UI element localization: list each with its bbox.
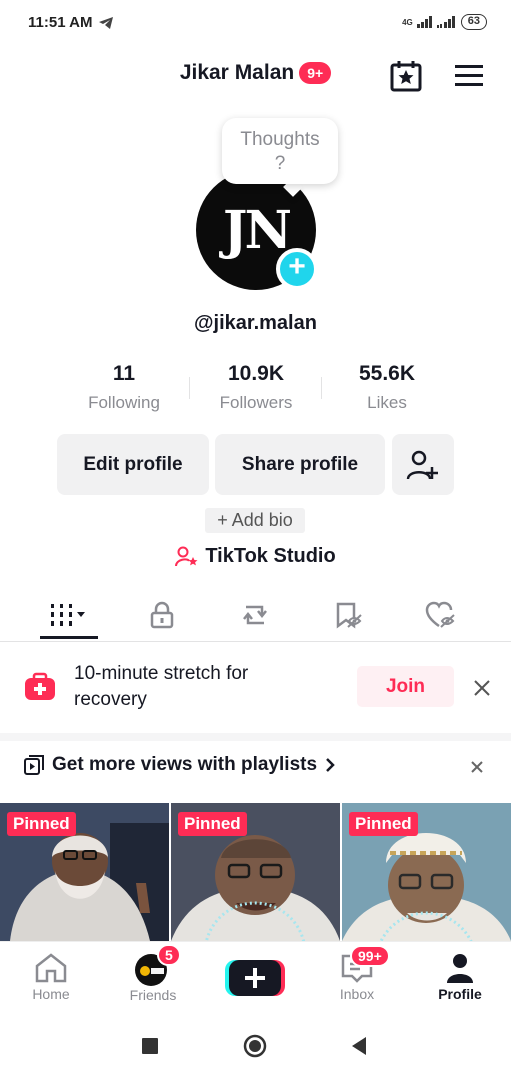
status-bar: 11:51 AM 4G 63 — [0, 0, 511, 48]
calendar-star-icon[interactable] — [389, 60, 423, 92]
section-divider — [0, 733, 511, 741]
stat-followers[interactable]: 10.9K Followers — [186, 362, 326, 413]
system-nav-bar — [0, 1012, 511, 1080]
stat-likes[interactable]: 55.6K Likes — [317, 362, 457, 413]
join-button[interactable]: Join — [357, 666, 454, 707]
nav-create[interactable] — [204, 942, 306, 1012]
tiktok-studio-link[interactable]: TikTok Studio — [0, 545, 511, 568]
stat-label: Likes — [367, 393, 407, 412]
thought-bubble[interactable]: Thoughts ? — [222, 118, 338, 184]
nav-label: Friends — [129, 986, 177, 1003]
nav-home[interactable]: Home — [0, 942, 102, 1012]
notification-badge: 9+ — [299, 62, 332, 84]
pinned-badge: Pinned — [349, 812, 418, 836]
recents-icon[interactable] — [142, 1038, 158, 1054]
battery-indicator: 63 — [460, 14, 487, 30]
nav-friends[interactable]: 5 Friends — [102, 942, 204, 1012]
tab-active-indicator — [40, 636, 98, 639]
nav-label: Home — [32, 985, 70, 1002]
profile-icon — [447, 953, 473, 983]
create-plus-icon — [225, 960, 285, 996]
tab-favorites[interactable] — [297, 588, 399, 642]
tab-private[interactable] — [111, 588, 213, 642]
stat-label: Following — [88, 393, 160, 412]
content-tabs — [0, 588, 511, 642]
tab-reposts[interactable] — [204, 588, 306, 642]
nav-profile[interactable]: Profile — [409, 942, 511, 1012]
video-thumbnail[interactable]: Pinned — [342, 803, 511, 941]
bottom-nav: Home 5 Friends 99+ Inbox Profile — [0, 941, 511, 1011]
stat-label: Followers — [219, 393, 293, 412]
video-thumbnail[interactable]: Pinned — [171, 803, 340, 941]
header-username[interactable]: Jikar Malan — [180, 61, 294, 85]
playlist-text: Get more views with playlists — [52, 754, 318, 775]
signal-icon-2 — [436, 16, 455, 28]
playlist-banner[interactable]: Get more views with playlists — [24, 754, 335, 776]
first-aid-icon — [24, 672, 56, 702]
profile-header: Jikar Malan 9+ — [0, 61, 511, 85]
nav-inbox[interactable]: 99+ Inbox — [306, 942, 408, 1012]
add-person-icon — [406, 450, 438, 479]
repost-icon — [243, 605, 267, 625]
chevron-right-icon — [326, 758, 335, 772]
signal-icon — [416, 16, 432, 28]
telegram-icon — [99, 16, 114, 29]
home-icon — [35, 952, 67, 982]
tab-videos[interactable] — [18, 588, 120, 642]
lock-icon — [150, 601, 174, 629]
stat-following[interactable]: 11 Following — [54, 362, 194, 413]
close-playlist-icon[interactable] — [470, 760, 484, 774]
videos-grid-icon — [51, 604, 85, 626]
promo-text: 10-minute stretch for recovery — [74, 663, 249, 710]
status-time: 11:51 AM — [28, 14, 93, 31]
add-bio-button[interactable]: + Add bio — [205, 508, 305, 533]
add-avatar-button[interactable]: + — [276, 248, 318, 290]
pinned-badge: Pinned — [7, 812, 76, 836]
menu-icon[interactable] — [455, 64, 483, 88]
share-profile-button[interactable]: Share profile — [215, 434, 385, 495]
nav-label: Inbox — [339, 985, 375, 1002]
close-promo-icon[interactable] — [472, 678, 492, 698]
stat-value: 10.9K — [227, 362, 285, 385]
add-friend-button[interactable] — [392, 434, 454, 495]
studio-icon — [175, 546, 198, 566]
back-icon[interactable] — [350, 1036, 368, 1056]
stat-value: 11 — [112, 362, 136, 385]
tab-liked[interactable] — [390, 588, 492, 642]
studio-label: TikTok Studio — [205, 545, 336, 567]
profile-handle: @jikar.malan — [194, 312, 317, 334]
friends-badge: 5 — [157, 943, 181, 966]
favorites-icon — [336, 602, 362, 629]
video-thumbnail[interactable]: Pinned — [0, 803, 169, 941]
nav-label: Profile — [438, 985, 482, 1002]
stat-value: 55.6K — [358, 362, 416, 385]
playlist-icon — [24, 755, 44, 775]
pinned-badge: Pinned — [178, 812, 247, 836]
network-label: 4G — [402, 17, 413, 27]
inbox-badge: 99+ — [350, 944, 390, 967]
home-button-icon[interactable] — [243, 1034, 267, 1058]
liked-icon — [425, 601, 455, 628]
edit-profile-button[interactable]: Edit profile — [57, 434, 209, 495]
